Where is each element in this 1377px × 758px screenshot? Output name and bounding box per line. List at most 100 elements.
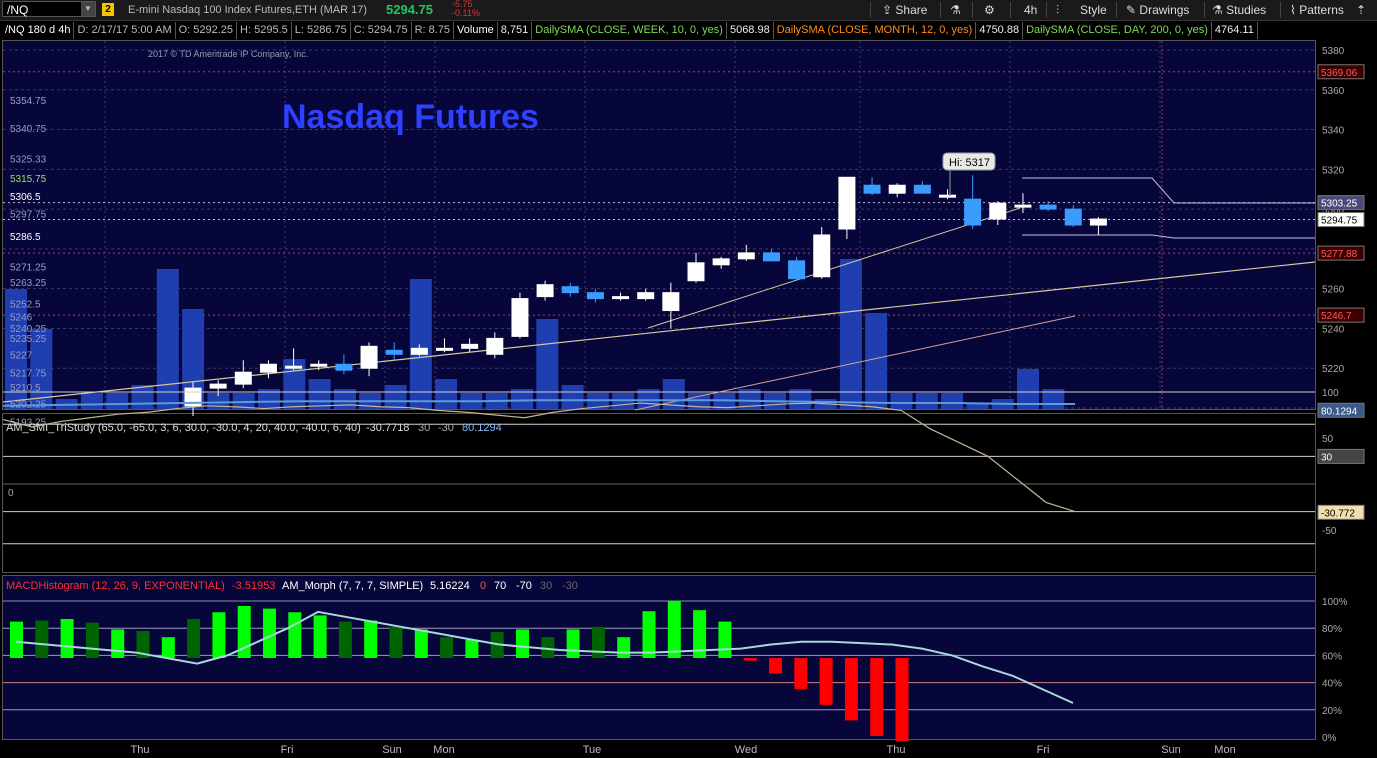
time-axis-label: Sun	[1161, 744, 1181, 756]
time-axis-label: Mon	[1214, 744, 1235, 756]
time-axis-label: Tue	[583, 744, 602, 756]
copyright-text: 2017 © TD Ameritrade IP Company, Inc.	[148, 49, 308, 59]
macd-histogram-bar	[718, 621, 732, 658]
macd-label: MACDHistogram (12, 26, 9, EXPONENTIAL)	[6, 580, 225, 592]
price-marker-text: 5277.88	[1321, 249, 1358, 260]
volume-bar	[80, 393, 103, 409]
price-level-label: 5354.75	[10, 96, 47, 107]
candle-body	[1089, 218, 1107, 226]
price-marker-text: 5303.25	[1321, 199, 1358, 210]
macd-histogram-bar	[338, 621, 352, 658]
candle-body	[888, 184, 906, 194]
volume-bar	[536, 319, 559, 409]
candle-body	[486, 337, 504, 355]
macd-axis-tick: 0%	[1322, 733, 1337, 744]
candle-body	[1064, 208, 1082, 226]
macd-histogram-bar	[35, 620, 49, 658]
volume-bar	[131, 385, 154, 409]
candle-body	[913, 184, 931, 194]
chart-canvas[interactable]: Nasdaq Futures 2017 © TD Ameritrade IP Co…	[0, 0, 1377, 758]
candle-body	[637, 292, 655, 300]
price-level-label: 5271.25	[10, 262, 47, 273]
smi-axis-tick: 100	[1322, 388, 1339, 399]
price-level-label: 5235.25	[10, 334, 47, 345]
candle-body	[410, 347, 428, 355]
price-axis-tick: 5260	[1322, 285, 1345, 296]
macd-histogram-bar	[844, 658, 858, 721]
macd-histogram-bar	[667, 600, 681, 658]
macd-histogram-bar	[364, 620, 378, 658]
price-axis-tick: 5240	[1322, 324, 1345, 335]
macd-axis-tick: 60%	[1322, 651, 1342, 662]
macd-histogram-bar	[743, 658, 757, 661]
volume-bar	[561, 385, 584, 409]
macd-histogram-bar	[819, 658, 833, 705]
price-level-label: 5252.5	[10, 300, 41, 311]
price-axis-tick: 5360	[1322, 86, 1345, 97]
volume-bar	[865, 313, 888, 409]
candle-body	[662, 292, 680, 312]
macd-axis-tick: 20%	[1322, 706, 1342, 717]
time-axis-label: Wed	[735, 744, 757, 756]
price-marker-text: 5294.75	[1321, 216, 1358, 227]
projection-upper-line	[1022, 177, 1315, 204]
price-marker-text: 5246.7	[1321, 311, 1352, 322]
smi-marker-text: -30.772	[1321, 508, 1355, 519]
macd-histogram-bar	[465, 639, 479, 658]
candle-body	[436, 347, 453, 351]
candle-body	[1039, 204, 1057, 210]
projection-lower-line	[1022, 234, 1315, 239]
macd-axis-tick: 100%	[1322, 597, 1348, 608]
chart-title: Nasdaq Futures	[282, 98, 539, 136]
smi-value-1: -30.7718	[366, 422, 409, 434]
smi-value-3: -30	[438, 422, 454, 434]
candle-body	[989, 202, 1007, 220]
macd-histogram-bar	[187, 619, 201, 658]
macd-chart: MACDHistogram (12, 26, 9, EXPONENTIAL) -3…	[3, 580, 1348, 744]
macd-histogram-bar	[288, 612, 302, 658]
price-level-label: 5315.75	[10, 174, 47, 185]
smi-tan-line	[2, 402, 1076, 513]
volume-bar	[435, 379, 458, 409]
macd-histogram-bar	[212, 612, 226, 658]
macd-histogram-bar	[642, 611, 656, 658]
macd-histogram-bar	[161, 637, 175, 658]
time-axis-label: Mon	[433, 744, 454, 756]
time-axis-label: Thu	[887, 744, 906, 756]
macd-label: -70	[516, 580, 532, 592]
price-level-label: 5246	[10, 313, 33, 324]
candle-body	[285, 365, 303, 369]
macd-histogram-bar	[769, 658, 782, 674]
macd-histogram-bar	[60, 619, 74, 658]
smi-axis-tick: -50	[1322, 526, 1337, 537]
time-axis-label: Thu	[131, 744, 150, 756]
macd-axis-tick: 40%	[1322, 679, 1342, 690]
time-axis-label: Fri	[1037, 744, 1050, 756]
volume-bar	[308, 379, 331, 409]
macd-label: 0	[480, 580, 486, 592]
smi-marker-text: 80.1294	[1321, 406, 1358, 417]
volume-bar	[156, 269, 179, 409]
volume-bar	[839, 259, 862, 409]
macd-histogram-bar	[111, 629, 125, 658]
price-level-label: 5306.5	[10, 192, 41, 203]
candle-body	[813, 234, 831, 278]
candle-body	[511, 298, 529, 337]
candle-body	[586, 292, 604, 300]
candle-body	[461, 343, 479, 349]
price-axis-tick: 5220	[1322, 364, 1345, 375]
candle-body	[687, 262, 705, 282]
candle-body	[360, 345, 378, 369]
macd-histogram-bar	[794, 658, 808, 690]
high-callout-text: Hi: 5317	[949, 157, 990, 169]
smi-axis-tick: 50	[1322, 434, 1334, 445]
price-chart: Nasdaq Futures 2017 © TD Ameritrade IP Co…	[2, 41, 1365, 428]
price-level-label: 5227	[10, 350, 33, 361]
price-axis-tick: 5320	[1322, 165, 1345, 176]
macd-label: -30	[562, 580, 578, 592]
smi-marker-text: 30	[1321, 452, 1333, 463]
time-axis-label: Fri	[281, 744, 294, 756]
smi-chart: AM_SMI_TriStudy (65.0, -65.0, 3, 6, 30.0…	[2, 388, 1365, 545]
macd-label: -3.51953	[232, 580, 275, 592]
price-level-label: 5297.75	[10, 210, 47, 221]
